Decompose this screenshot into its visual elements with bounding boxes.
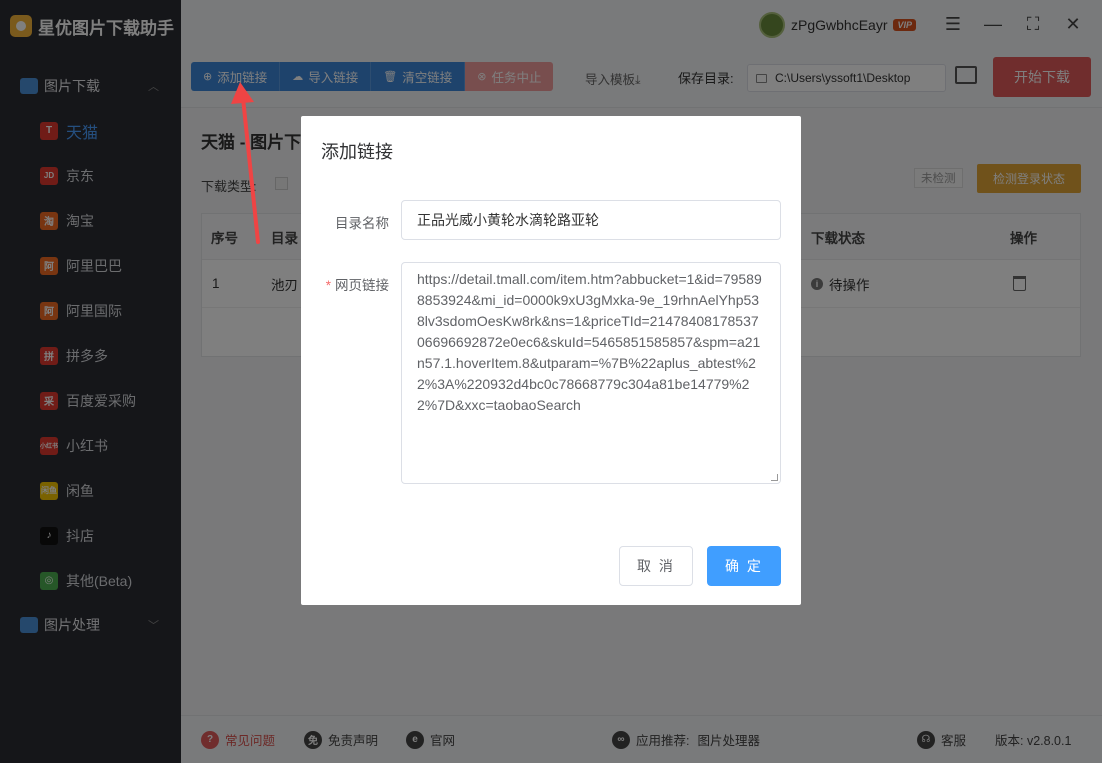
url-textarea[interactable]: https://detail.tmall.com/item.htm?abbuck…	[401, 262, 781, 484]
url-label-text: 网页链接	[335, 278, 389, 293]
dir-name-label: 目录名称	[335, 216, 389, 231]
cancel-button[interactable]: 取 消	[619, 546, 693, 586]
confirm-button[interactable]: 确 定	[707, 546, 781, 586]
add-link-dialog: 添加链接 目录名称 正品光威小黄轮水滴轮路亚轮 * 网页链接 https://de…	[301, 116, 801, 605]
required-asterisk: *	[325, 278, 331, 293]
url-value: https://detail.tmall.com/item.htm?abbuck…	[417, 271, 762, 413]
dialog-title: 添加链接	[321, 142, 393, 162]
resize-handle-icon[interactable]	[771, 474, 778, 481]
url-label: * 网页链接	[311, 274, 389, 294]
dir-name-input[interactable]: 正品光威小黄轮水滴轮路亚轮	[401, 200, 781, 240]
